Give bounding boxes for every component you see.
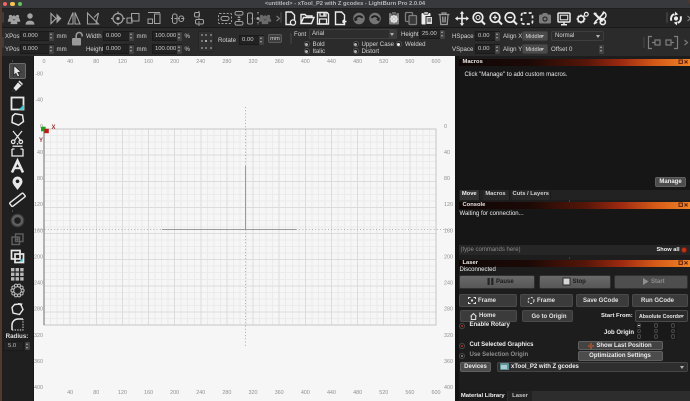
svg-text:40: 40 (444, 150, 450, 156)
svg-text:0: 0 (444, 124, 447, 130)
svg-text:80: 80 (93, 59, 99, 65)
svg-text:120: 120 (118, 390, 127, 396)
svg-text:320: 320 (34, 333, 43, 339)
svg-text:440: 440 (327, 390, 336, 396)
svg-text:40: 40 (37, 150, 43, 156)
svg-text:280: 280 (222, 59, 231, 65)
svg-text:240: 240 (196, 59, 205, 65)
svg-text:80: 80 (444, 176, 450, 182)
svg-text:320: 320 (249, 390, 258, 396)
svg-text:320: 320 (249, 59, 258, 65)
svg-text:200: 200 (170, 390, 179, 396)
svg-text:-40: -40 (35, 98, 43, 104)
svg-text:600: 600 (431, 390, 440, 396)
svg-text:Y: Y (39, 138, 43, 144)
svg-text:40: 40 (67, 390, 73, 396)
svg-text:240: 240 (34, 281, 43, 287)
svg-text:40: 40 (67, 59, 73, 65)
svg-text:400: 400 (301, 59, 310, 65)
svg-text:80: 80 (37, 176, 43, 182)
svg-text:560: 560 (405, 59, 414, 65)
svg-text:360: 360 (275, 59, 284, 65)
svg-text:160: 160 (144, 59, 153, 65)
svg-text:120: 120 (444, 202, 453, 208)
svg-text:280: 280 (34, 307, 43, 313)
svg-text:400: 400 (444, 385, 453, 391)
svg-text:0: 0 (43, 59, 46, 65)
svg-text:X: X (52, 125, 56, 131)
svg-text:200: 200 (444, 254, 453, 260)
svg-text:520: 520 (379, 59, 388, 65)
svg-text:400: 400 (301, 390, 310, 396)
svg-text:80: 80 (93, 390, 99, 396)
svg-text:240: 240 (444, 281, 453, 287)
svg-text:280: 280 (444, 307, 453, 313)
svg-text:560: 560 (405, 390, 414, 396)
svg-text:520: 520 (379, 390, 388, 396)
svg-text:360: 360 (275, 390, 284, 396)
svg-text:200: 200 (34, 254, 43, 260)
svg-text:200: 200 (170, 59, 179, 65)
svg-text:480: 480 (353, 59, 362, 65)
svg-text:160: 160 (444, 228, 453, 234)
svg-text:600: 600 (431, 59, 440, 65)
svg-text:320: 320 (444, 333, 453, 339)
svg-text:160: 160 (144, 390, 153, 396)
svg-text:400: 400 (34, 385, 43, 391)
svg-text:440: 440 (327, 59, 336, 65)
svg-text:240: 240 (196, 390, 205, 396)
svg-text:480: 480 (353, 390, 362, 396)
svg-text:280: 280 (222, 390, 231, 396)
svg-text:360: 360 (34, 359, 43, 365)
svg-text:120: 120 (118, 59, 127, 65)
svg-text:360: 360 (444, 359, 453, 365)
svg-text:120: 120 (34, 202, 43, 208)
svg-text:-80: -80 (35, 72, 43, 78)
